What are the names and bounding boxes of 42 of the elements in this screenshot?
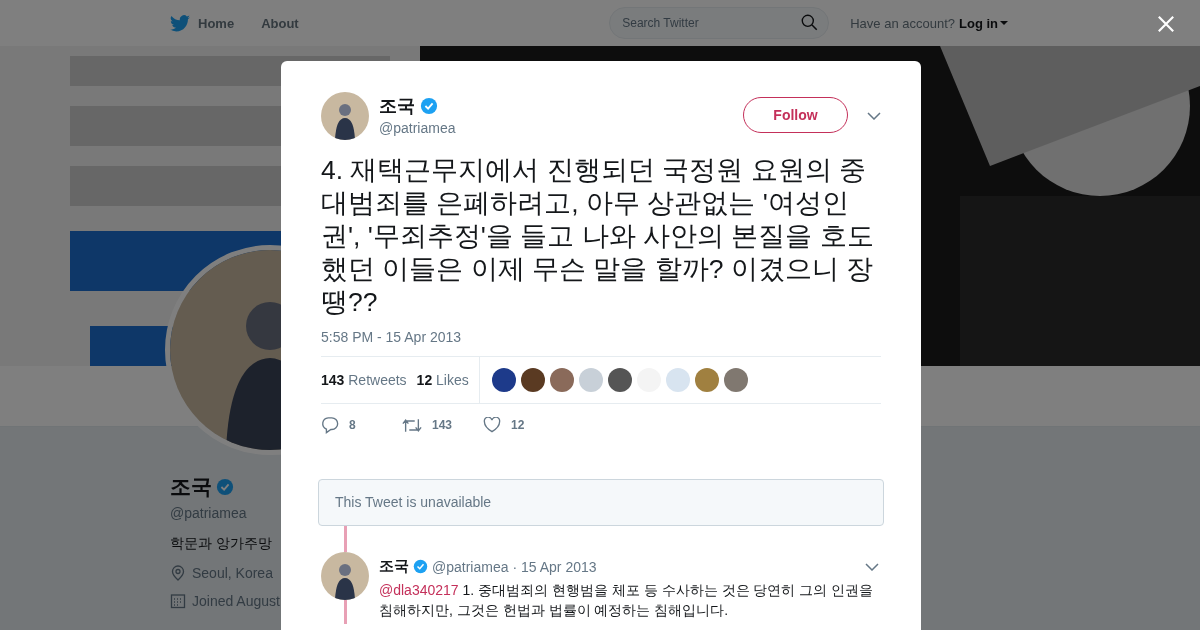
profile-bio: 학문과 앙가주망 [170, 535, 272, 553]
tweet-date[interactable]: · 15 Apr 2013 [512, 558, 597, 575]
chevron-icon[interactable] [865, 562, 879, 571]
liker-avatar[interactable] [607, 368, 632, 392]
profile-handle: @patriamea [170, 505, 247, 521]
user-avatar[interactable] [321, 552, 369, 600]
profile-joined: Joined August [192, 593, 280, 609]
reply-text: @dla340217 1. 중대범죄의 현행범을 체포 등 수사하는 것은 당연히 그의 인권을 침해하지만, 그것은 헌법과 법률이 예정하는 침해입니다. [379, 581, 875, 620]
liker-avatar[interactable] [723, 368, 748, 392]
liker-avatar[interactable] [491, 368, 516, 392]
retweets-count[interactable]: 143 Retweets [321, 372, 407, 388]
liker-avatar[interactable] [520, 368, 545, 392]
reply-icon[interactable] [321, 416, 339, 434]
close-icon[interactable] [1157, 15, 1175, 33]
calendar-icon [170, 593, 186, 609]
user-avatar[interactable] [321, 92, 369, 140]
likes-count[interactable]: 12 Likes [416, 357, 480, 403]
unavailable-notice: This Tweet is unavailable [318, 479, 884, 526]
heart-icon[interactable] [483, 417, 501, 433]
user-handle[interactable]: @patriamea [432, 558, 509, 575]
search-field[interactable]: Search Twitter [609, 7, 830, 39]
action-count: 12 [511, 418, 525, 432]
mention-link[interactable]: @dla340217 [379, 582, 459, 598]
action-count: 8 [349, 418, 356, 432]
nav-link[interactable]: About [261, 15, 299, 31]
tweet-timestamp[interactable]: 5:58 PM - 15 Apr 2013 [321, 329, 881, 345]
profile-name: 조국 [170, 474, 212, 500]
user-name[interactable]: 조국 [379, 94, 415, 118]
user-handle[interactable]: @patriamea [379, 120, 456, 136]
liker-avatar[interactable] [549, 368, 574, 392]
search-icon[interactable] [801, 14, 819, 31]
retweet-icon[interactable] [402, 416, 422, 434]
follow-button[interactable]: Follow [743, 97, 848, 133]
chevron-icon[interactable] [867, 112, 881, 120]
account-prompt: Have an account? [850, 15, 955, 31]
location-icon [170, 565, 186, 581]
nav-link[interactable]: Home [198, 15, 235, 31]
login-link[interactable]: Log in [959, 15, 1008, 31]
action-count: 143 [432, 418, 453, 432]
tweet-text: 4. 재택근무지에서 진행되던 국정원 요원의 중대범죄를 은폐하려고, 아무 상관없는 '여성인권', '무죄추정'을 들고 나와 사안의 본질을 호도했던 이들은 이제 무슨 말을 할까? 이겼으니 장땡?? [321, 154, 875, 319]
user-name[interactable]: 조국 [379, 557, 409, 576]
profile-location: Seoul, Korea [192, 565, 273, 581]
